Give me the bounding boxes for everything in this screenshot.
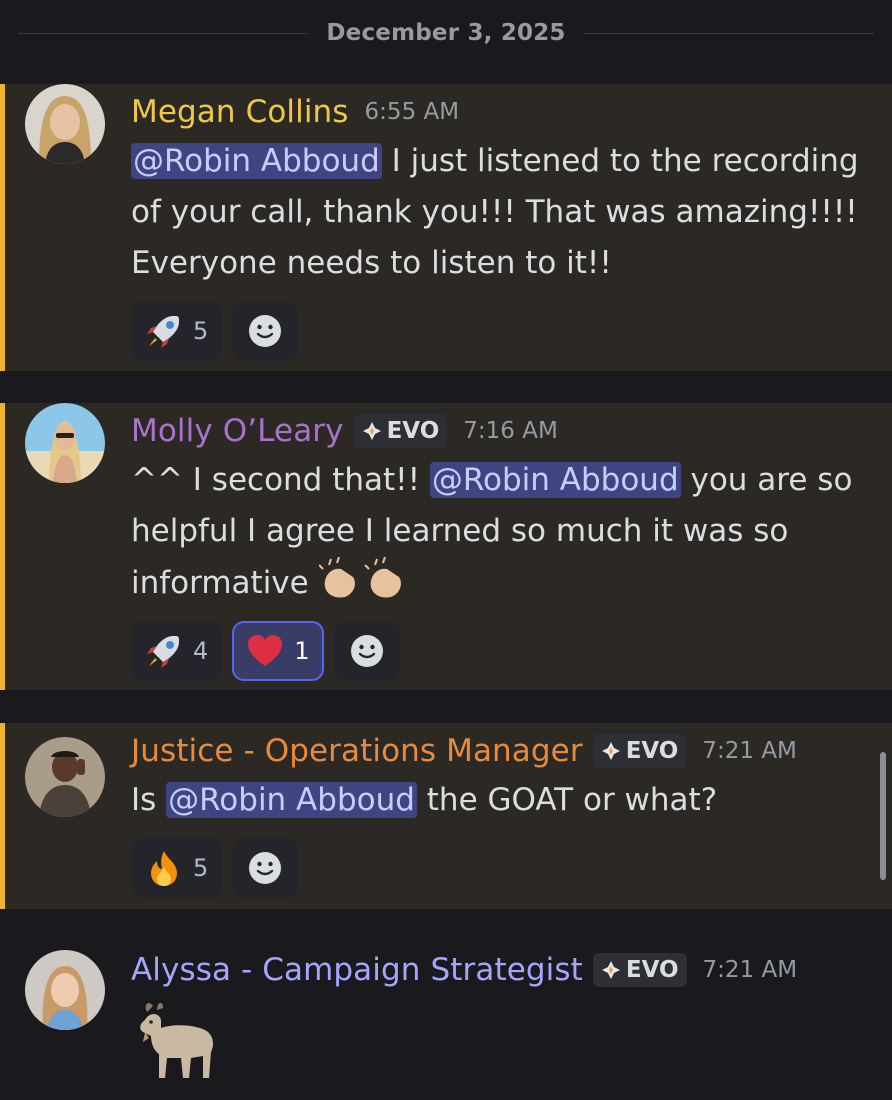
message-header: Megan Collins 6:55 AM	[131, 88, 864, 136]
badge-label: EVO	[625, 957, 679, 983]
reaction-rocket[interactable]: 4	[131, 621, 223, 681]
reaction-count: 5	[193, 854, 209, 882]
add-reaction-button[interactable]	[232, 838, 299, 898]
avatar-megan-image	[25, 84, 105, 164]
add-reaction-button[interactable]	[232, 301, 299, 361]
badge-label: EVO	[625, 738, 679, 764]
evo-badge-icon	[601, 961, 620, 979]
author-name[interactable]: Justice - Operations Manager	[131, 733, 583, 769]
reactions-bar: 5	[131, 838, 864, 898]
avatar[interactable]	[25, 84, 105, 164]
reaction-count: 1	[294, 637, 310, 665]
message-molly-oleary[interactable]: Molly O’Leary EVO 7:16 AM ^^ I second th…	[0, 403, 892, 690]
message-text: Is @Robin Abboud the GOAT or what?	[131, 775, 864, 826]
user-mention[interactable]: @Robin Abboud	[166, 782, 417, 818]
message-header: Alyssa - Campaign Strategist EVO 7:21 AM	[131, 946, 864, 994]
clapping-hands-icon	[317, 556, 401, 598]
avatar[interactable]	[25, 737, 105, 817]
author-name[interactable]: Megan Collins	[131, 94, 349, 130]
divider-line-left	[18, 32, 309, 34]
message-alyssa[interactable]: Alyssa - Campaign Strategist EVO 7:21 AM	[0, 942, 892, 1100]
message-text-body: the GOAT or what?	[416, 782, 718, 818]
user-mention[interactable]: @Robin Abboud	[131, 143, 382, 179]
reactions-bar: 5	[131, 301, 864, 361]
timestamp: 7:21 AM	[702, 957, 798, 983]
timestamp: 7:21 AM	[702, 738, 797, 764]
reaction-heart[interactable]: 1	[232, 621, 324, 681]
role-badge[interactable]: EVO	[592, 953, 687, 987]
add-reaction-icon	[249, 315, 282, 347]
add-reaction-icon	[249, 852, 282, 884]
timestamp: 7:16 AM	[463, 418, 558, 444]
author-name[interactable]: Alyssa - Campaign Strategist	[131, 952, 583, 988]
message-text-lead: Is	[131, 782, 167, 818]
rocket-icon	[147, 316, 179, 348]
scrollbar[interactable]	[880, 752, 886, 880]
date-divider: December 3, 2025	[0, 0, 892, 66]
reactions-bar: 4 1	[131, 621, 864, 681]
author-name[interactable]: Molly O’Leary	[131, 413, 344, 449]
avatar-alyssa-image	[25, 950, 105, 1030]
message-header: Justice - Operations Manager EVO 7:21 AM	[131, 727, 864, 775]
message-text: ^^ I second that!! @Robin Abboud you are…	[131, 455, 864, 609]
fire-icon	[151, 851, 177, 886]
evo-badge-icon	[362, 422, 381, 440]
evo-badge-icon	[601, 742, 620, 760]
avatar-justice-image	[25, 737, 105, 817]
divider-line-right	[583, 32, 875, 34]
message-text: @Robin Abboud I just listened to the rec…	[131, 136, 864, 289]
role-badge[interactable]: EVO	[592, 734, 687, 768]
date-divider-label: December 3, 2025	[326, 20, 566, 46]
goat-icon	[140, 1002, 213, 1078]
message-justice[interactable]: Justice - Operations Manager EVO 7:21 AM…	[0, 723, 892, 909]
user-mention[interactable]: @Robin Abboud	[429, 462, 681, 498]
timestamp: 6:55 AM	[364, 99, 460, 125]
add-reaction-icon	[350, 635, 383, 667]
add-reaction-button[interactable]	[333, 621, 400, 681]
rocket-icon	[147, 636, 179, 668]
message-text-lead: ^^ I second that!!	[131, 462, 430, 498]
chat-message-list: December 3, 2025 Megan Collins 6:55 AM @…	[0, 0, 892, 1100]
heart-icon	[248, 635, 283, 666]
badge-label: EVO	[386, 418, 440, 444]
avatar[interactable]	[25, 950, 105, 1030]
avatar-molly-image	[25, 403, 105, 483]
message-megan-collins[interactable]: Megan Collins 6:55 AM @Robin Abboud I ju…	[0, 84, 892, 371]
avatar[interactable]	[25, 403, 105, 483]
reaction-count: 5	[193, 317, 209, 345]
reaction-fire[interactable]: 5	[131, 838, 223, 898]
message-header: Molly O’Leary EVO 7:16 AM	[131, 407, 864, 455]
role-badge[interactable]: EVO	[353, 414, 448, 448]
reaction-count: 4	[193, 637, 209, 665]
reaction-rocket[interactable]: 5	[131, 301, 223, 361]
